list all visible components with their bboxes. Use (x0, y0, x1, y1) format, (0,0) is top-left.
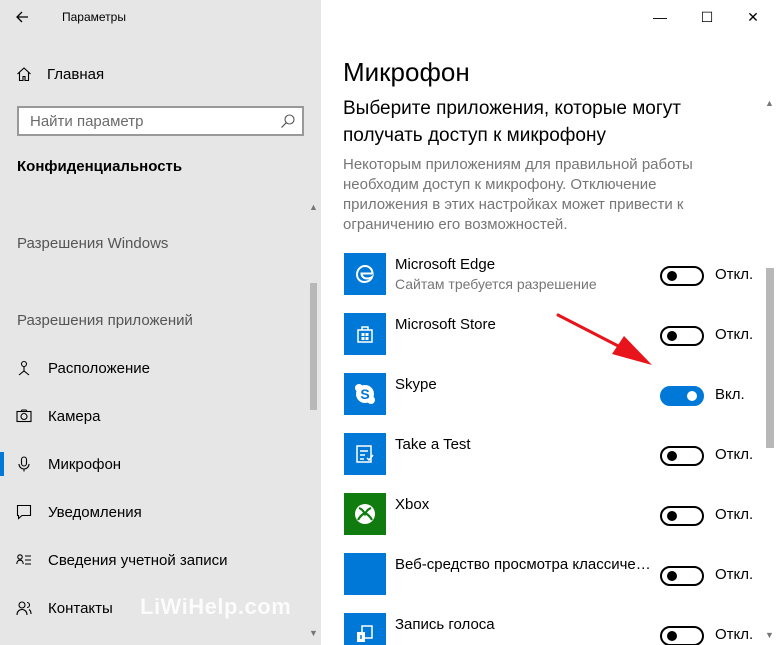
toggle-state-label: Откл. (715, 506, 754, 523)
app-toggle[interactable] (660, 326, 704, 346)
minimize-button[interactable]: — (648, 6, 672, 28)
scrollbar-thumb[interactable] (766, 268, 774, 448)
toggle-state-label: Откл. (715, 446, 754, 463)
sidebar-item-label: Расположение (48, 359, 150, 377)
sidebar-item-camera[interactable]: Камера (0, 396, 305, 436)
main-pane: — ☐ ✕ Микрофон Выберите приложения, кото… (321, 0, 777, 645)
app-row-xbox: Xbox Откл. (343, 493, 763, 537)
toggle-knob (667, 511, 677, 521)
app-tile (344, 313, 386, 355)
back-arrow-icon (16, 11, 28, 23)
main-scrollbar[interactable]: ▲ ▼ (761, 96, 777, 645)
app-row-skype: S Skype Вкл. (343, 373, 763, 417)
titlebar-left: Параметры (0, 0, 321, 34)
app-title: Параметры (62, 10, 126, 24)
sidebar-item-label: Сведения учетной записи (48, 551, 228, 569)
svg-text:S: S (360, 386, 369, 402)
app-row-take-a-test: Take a Test Откл. (343, 433, 763, 477)
search-icon[interactable] (280, 113, 296, 129)
scroll-down-icon[interactable]: ▼ (765, 630, 774, 640)
sidebar-item-label: Главная (47, 65, 105, 83)
app-tile (344, 493, 386, 535)
sidebar-item-label: Камера (48, 407, 101, 425)
edge-icon (355, 264, 375, 284)
page-title: Микрофон (343, 57, 470, 87)
toggle-knob (667, 331, 677, 341)
sidebar-item-account-info[interactable]: Сведения учетной записи (0, 540, 305, 580)
app-tile (344, 253, 386, 295)
app-name: Take a Test (395, 436, 471, 453)
active-indicator (0, 452, 4, 476)
toggle-knob (667, 271, 677, 281)
xbox-icon (355, 504, 375, 524)
close-button[interactable]: ✕ (741, 6, 765, 28)
app-toggle[interactable] (660, 446, 704, 466)
voice-recorder-icon (357, 625, 373, 642)
section-description: Некоторым приложениям для правильной раб… (343, 156, 693, 233)
sidebar: Параметры Главная Конфиденциальность Раз… (0, 0, 321, 645)
sidebar-scrollbar[interactable]: ▲ ▼ (305, 200, 321, 645)
contacts-icon (16, 601, 32, 616)
app-row-store: Microsoft Store Откл. (343, 313, 763, 357)
scroll-up-icon[interactable]: ▲ (309, 202, 318, 212)
app-toggle[interactable] (660, 386, 704, 406)
notifications-icon (16, 504, 32, 520)
app-name: Запись голоса (395, 616, 495, 633)
search-input[interactable] (30, 112, 270, 130)
home-icon (17, 67, 31, 82)
app-name: Веб-средство просмотра классиче… (395, 556, 651, 573)
app-name: Xbox (395, 496, 430, 513)
app-row-web-viewer: Веб-средство просмотра классиче… Откл. (343, 553, 763, 597)
toggle-knob (667, 571, 677, 581)
toggle-state-label: Откл. (715, 266, 754, 283)
maximize-button[interactable]: ☐ (695, 6, 719, 28)
sidebar-item-microphone[interactable]: Микрофон (0, 444, 305, 484)
group-title-apps: Разрешения приложений (17, 312, 193, 329)
watermark: LiWiHelp.com (140, 594, 292, 619)
app-toggle[interactable] (660, 506, 704, 526)
app-toggle[interactable] (660, 566, 704, 586)
microphone-icon (18, 456, 30, 472)
account-info-icon (16, 554, 31, 565)
sidebar-item-label: Контакты (48, 599, 113, 617)
app-name: Microsoft Store (395, 316, 496, 333)
toggle-state-label: Откл. (715, 626, 754, 643)
app-toggle[interactable] (660, 626, 704, 645)
toggle-knob (667, 631, 677, 641)
sidebar-item-notifications[interactable]: Уведомления (0, 492, 305, 532)
app-tile: S (344, 373, 386, 415)
toggle-knob (667, 451, 677, 461)
group-title-windows: Разрешения Windows (17, 235, 169, 252)
app-name: Skype (395, 376, 437, 393)
skype-icon: S (355, 384, 375, 404)
section-subheading: Выберите приложения, которые могут получ… (343, 98, 681, 146)
app-row-voice-recorder: Запись голоса Откл. (343, 613, 763, 645)
sidebar-item-home[interactable]: Главная (16, 62, 104, 86)
sidebar-item-label: Уведомления (48, 503, 142, 521)
camera-icon (16, 409, 32, 423)
scrollbar-thumb[interactable] (310, 283, 317, 410)
app-tile (344, 613, 386, 645)
toggle-state-label: Откл. (715, 566, 754, 583)
store-icon (357, 326, 373, 343)
section-title: Конфиденциальность (17, 158, 183, 175)
search-box[interactable] (17, 106, 304, 136)
app-subtext: Сайтам требуется разрешение (395, 276, 597, 292)
app-row-edge: Microsoft Edge Сайтам требуется разрешен… (343, 253, 763, 297)
app-name: Microsoft Edge (395, 256, 496, 273)
toggle-state-label: Откл. (715, 326, 754, 343)
sidebar-item-label: Микрофон (48, 455, 122, 473)
sidebar-item-location[interactable]: Расположение (0, 348, 305, 388)
scroll-up-icon[interactable]: ▲ (765, 98, 774, 108)
back-button[interactable] (14, 6, 38, 28)
take-a-test-icon (356, 445, 374, 463)
toggle-knob (687, 391, 697, 401)
web-viewer-icon (344, 553, 386, 595)
location-icon (18, 360, 30, 376)
scroll-down-icon[interactable]: ▼ (309, 628, 318, 638)
app-toggle[interactable] (660, 266, 704, 286)
toggle-state-label: Вкл. (715, 386, 745, 403)
app-tile (344, 433, 386, 475)
